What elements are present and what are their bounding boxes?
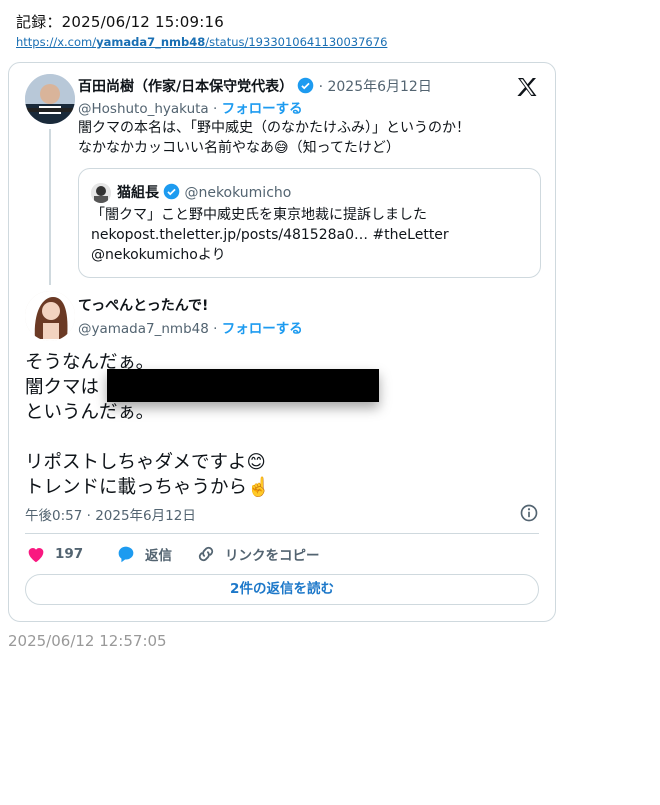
verified-badge-icon [163, 183, 180, 200]
quote-author-name: 猫組長 [117, 185, 159, 201]
author-name[interactable]: 百田尚樹（作家/日本保守党代表） · 2025年6月12日 [78, 76, 432, 96]
divider [25, 533, 539, 534]
avatar-image [25, 291, 75, 341]
tweet-embed-card: 百田尚樹（作家/日本保守党代表） · 2025年6月12日 @Hoshuto_h… [8, 62, 556, 622]
reply-button[interactable]: 返信 [115, 543, 172, 565]
reply-bubble-icon [118, 546, 134, 563]
author-handle[interactable]: @yamada7_nmb48 [78, 321, 209, 337]
like-count: 197 [55, 546, 84, 562]
post-date[interactable]: · 2025年6月12日 [314, 79, 432, 95]
link-icon [198, 546, 214, 562]
post-timestamp[interactable]: 午後0:57 · 2025年6月12日 [25, 504, 196, 524]
author-handle[interactable]: @Hoshuto_hyakuta [78, 101, 209, 117]
quoted-tweet[interactable]: 猫組長 @nekokumicho 「闇クマ」こと野中威史氏を東京地裁に提訴しまし… [78, 168, 541, 278]
follow-button[interactable]: フォローする [222, 101, 303, 117]
verified-badge-icon [297, 77, 314, 94]
quote-avatar [91, 183, 111, 203]
avatar-image [25, 74, 75, 124]
record-url-link[interactable]: https://x.com/yamada7_nmb48/status/19330… [16, 35, 387, 49]
quote-avatar-image [91, 183, 111, 203]
avatar[interactable] [25, 74, 75, 124]
info-icon[interactable] [519, 503, 539, 523]
capture-timestamp: 2025/06/12 12:57:05 [8, 632, 167, 650]
heart-icon [28, 548, 44, 563]
quote-text: 「闇クマ」こと野中威史氏を東京地裁に提訴しました nekopost.thelet… [91, 207, 449, 263]
record-label: 記録：2025/06/12 15:09:16 [16, 13, 224, 31]
author-handle-row: @yamada7_nmb48 · フォローする [78, 321, 303, 337]
quote-author: 猫組長 @nekokumicho [117, 182, 291, 202]
like-button[interactable]: 197 [25, 543, 83, 565]
x-logo-icon[interactable] [515, 75, 539, 99]
author-name[interactable]: てっぺんとったんで! [78, 295, 208, 315]
follow-button[interactable]: フォローする [222, 321, 303, 337]
avatar[interactable] [25, 291, 75, 341]
author-handle-row: @Hoshuto_hyakuta · フォローする [78, 101, 303, 117]
quote-author-handle: @nekokumicho [184, 185, 292, 201]
thread-connector [49, 129, 51, 285]
read-replies-button[interactable]: 2件の返信を読む [25, 574, 539, 605]
copy-link-button[interactable]: リンクをコピー [195, 543, 320, 565]
redaction-bar [107, 369, 379, 402]
tweet-text: 闇クマの本名は、「野中威史（のなかたけふみ）」というのか！ なかなかカッコいい名… [78, 120, 470, 156]
